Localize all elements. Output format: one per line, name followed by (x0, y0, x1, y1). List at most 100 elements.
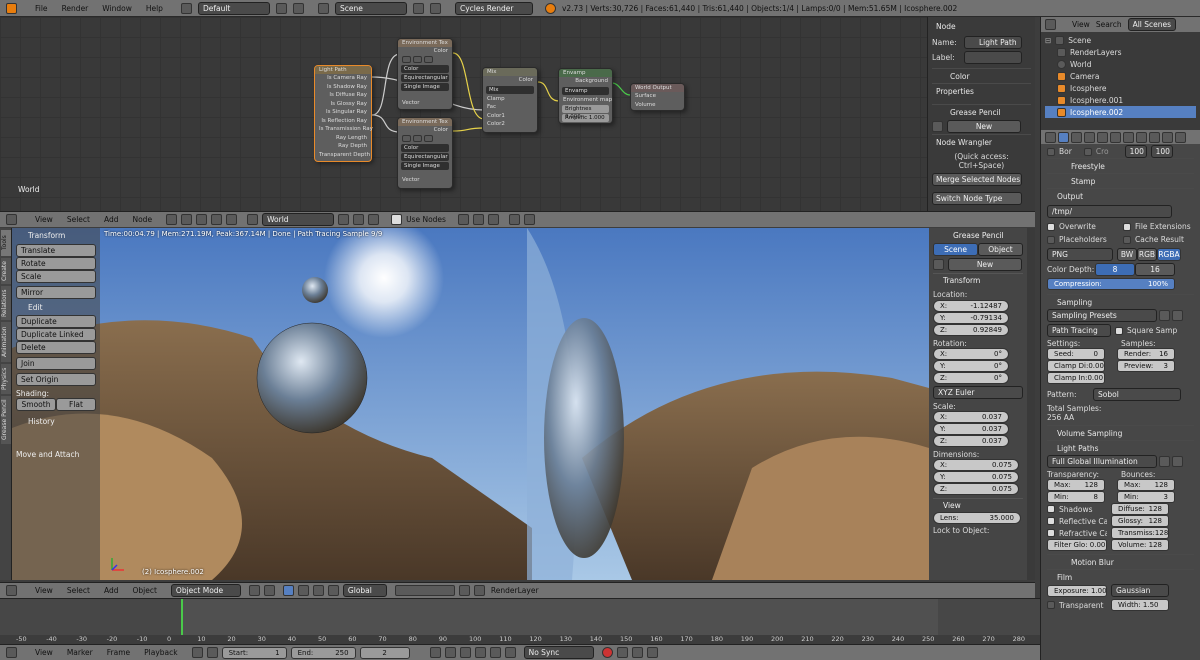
freestyle-panel-header[interactable]: Freestyle (1047, 158, 1194, 173)
close-scene-icon[interactable] (429, 2, 441, 14)
edit-panel-header[interactable]: Edit (16, 301, 96, 315)
shadows-checkbox[interactable] (1047, 505, 1055, 513)
insert-keyframe-icon[interactable] (631, 647, 643, 658)
mode-selector[interactable]: Object Mode (170, 584, 241, 597)
output-path-field[interactable]: /tmp/ (1047, 205, 1172, 218)
data-tab-icon[interactable] (1149, 131, 1160, 143)
crop-checkbox[interactable] (1083, 147, 1092, 156)
manipulator-icon[interactable] (282, 585, 294, 596)
remove-preset-icon[interactable] (1172, 456, 1183, 467)
pattern-selector[interactable]: Sobol (1093, 388, 1181, 401)
node-panel-header[interactable]: Node (932, 19, 1031, 34)
compression-field[interactable]: Compression: 100% (1047, 278, 1175, 290)
node-mix[interactable]: Mix Color Mix Clamp Fac Color1 Color2 (482, 67, 538, 133)
timeline[interactable]: -50 -40 -30 -20 -10 0 10 20 30 40 50 60 70 80 90 100 110… (0, 598, 1040, 645)
node-environment-texture-2[interactable]: Environment Tex Color Color Equirectangu… (397, 117, 453, 189)
tab-relations[interactable]: Relations (1, 286, 11, 320)
translate-button[interactable]: Translate (16, 244, 96, 257)
editor-type-icon[interactable] (6, 585, 17, 596)
filter-glossy-field[interactable]: Filter Glo: 0.00 (1047, 539, 1107, 551)
reflective-caustics-checkbox[interactable] (1047, 517, 1055, 525)
output-panel-header[interactable]: Output (1047, 188, 1194, 203)
menu-file[interactable]: File (35, 4, 48, 13)
glossy-bounces-field[interactable]: Glossy: 128 (1111, 515, 1169, 527)
pencil-icon[interactable] (933, 259, 944, 270)
menu-view[interactable]: View (1072, 20, 1090, 29)
filter-type-selector[interactable]: Gaussian (1111, 584, 1169, 597)
render-layers-tab-icon[interactable] (1071, 131, 1082, 143)
render-engine-selector[interactable]: Cycles Render (454, 1, 533, 15)
preview-range-icon[interactable] (191, 647, 203, 658)
rotation-y[interactable]: Y: 0° (933, 360, 1009, 372)
play-reverse-icon[interactable] (459, 647, 471, 658)
tab-create[interactable]: Create (1, 258, 11, 284)
integrator-selector[interactable]: Path Tracing (1047, 324, 1111, 337)
scale-manipulator-icon[interactable] (327, 585, 339, 596)
world-selector[interactable]: World (262, 213, 335, 226)
lock-layer-icon[interactable] (458, 585, 470, 596)
clamp-indirect-field[interactable]: Clamp In: 0.00 (1047, 372, 1105, 384)
outliner-item[interactable]: Icosphere.001 (1045, 94, 1196, 106)
view-header[interactable]: View (933, 498, 1023, 512)
transform-panel-header[interactable]: Transform (16, 230, 96, 242)
pencil-icon[interactable] (932, 121, 943, 132)
copy-nodes-icon[interactable] (508, 214, 520, 225)
square-samples-checkbox[interactable] (1115, 326, 1123, 335)
dimension-x[interactable]: X: 0.075 (933, 459, 1019, 471)
keyframe-type-icon[interactable] (206, 647, 218, 658)
fake-user-icon[interactable] (338, 214, 350, 225)
menu-marker[interactable]: Marker (67, 648, 93, 657)
editor-type-icon[interactable] (1045, 19, 1056, 30)
history-panel-header[interactable]: History (16, 415, 96, 429)
depth-16-button[interactable]: 16 (1135, 263, 1175, 276)
cache-result-checkbox[interactable] (1123, 235, 1131, 244)
dimension-y[interactable]: Y: 0.075 (933, 471, 1019, 483)
join-button[interactable]: Join (16, 357, 96, 370)
gp-object-tab[interactable]: Object (978, 243, 1023, 256)
switch-node-type-button[interactable]: Switch Node Type (932, 192, 1022, 205)
resolution-percentage-2[interactable]: 100 (1150, 145, 1173, 158)
screen-layout-icon[interactable] (180, 2, 192, 14)
outliner-item[interactable]: ⊟ Scene (1045, 34, 1196, 46)
add-preset-icon[interactable] (1159, 310, 1170, 321)
blender-info-icon[interactable] (6, 2, 17, 14)
add-scene-icon[interactable] (412, 2, 424, 14)
jump-next-keyframe-icon[interactable] (489, 647, 501, 658)
scale-y[interactable]: Y: 0.037 (933, 423, 1009, 435)
menu-view[interactable]: View (35, 586, 53, 595)
node-dropdown[interactable]: Single Image (401, 83, 449, 91)
node-image-buttons[interactable] (398, 55, 452, 65)
menu-add[interactable]: Add (104, 586, 119, 595)
menu-view[interactable]: View (35, 215, 53, 224)
menu-window[interactable]: Window (102, 4, 132, 13)
properties-panel-header[interactable]: Properties (932, 83, 1031, 98)
image-new-icon[interactable] (413, 55, 422, 63)
editor-type-icon[interactable] (6, 214, 17, 225)
lens-field[interactable]: Lens: 35.000 (933, 512, 1021, 524)
close-layout-icon[interactable] (292, 2, 304, 14)
scale-button[interactable]: Scale (16, 270, 96, 283)
node-value-field[interactable]: Amplific 1.000 (562, 114, 609, 122)
rotation-x[interactable]: X: 0° (933, 348, 1009, 360)
add-layout-icon[interactable] (275, 2, 287, 14)
volume-sampling-header[interactable]: Volume Sampling (1047, 425, 1194, 440)
node-world-output[interactable]: World Output Surface Volume (630, 83, 685, 111)
menu-help[interactable]: Help (146, 4, 163, 13)
node-dropdown[interactable]: Equirectangular (401, 153, 449, 161)
layer-grid-icon[interactable] (394, 585, 455, 596)
compositing-type-icon[interactable] (196, 214, 208, 225)
editor-type-icon[interactable] (6, 647, 17, 658)
render-tab-icon[interactable] (1058, 131, 1069, 143)
placeholders-checkbox[interactable] (1047, 235, 1055, 244)
display-mode-selector[interactable]: All Scenes (1127, 18, 1176, 31)
pivot-icon[interactable] (263, 585, 275, 596)
image-browse-icon[interactable] (402, 55, 411, 63)
orientation-selector[interactable]: Global (342, 584, 387, 597)
clamp-direct-field[interactable]: Clamp Di: 0.00 (1047, 360, 1105, 372)
smooth-button[interactable]: Smooth (16, 398, 56, 411)
end-frame-field[interactable]: End: 250 (290, 646, 356, 659)
image-open-icon[interactable] (424, 134, 433, 142)
film-header[interactable]: Film (1047, 569, 1194, 584)
scale-x[interactable]: X: 0.037 (933, 411, 1009, 423)
delete-button[interactable]: Delete (16, 341, 96, 354)
